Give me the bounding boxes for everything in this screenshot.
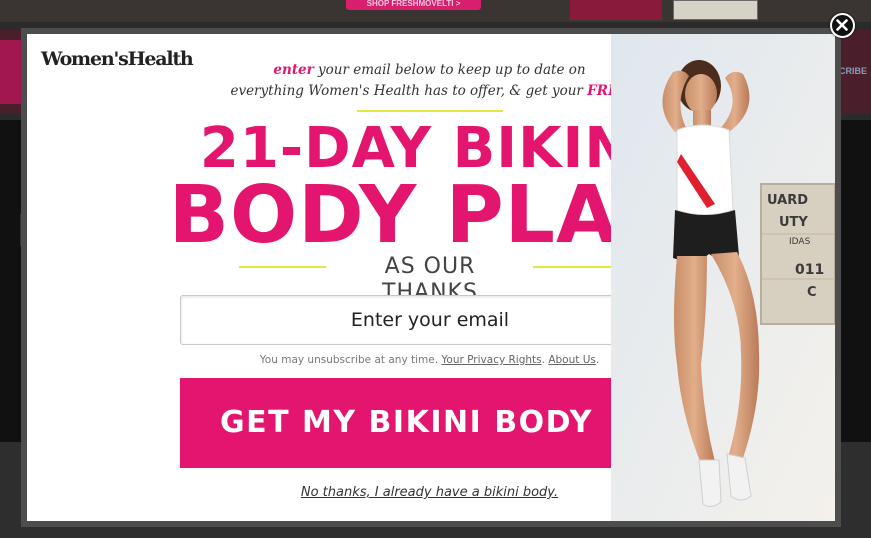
- newsletter-modal: Women'sHealth enter your email below to …: [27, 34, 835, 521]
- tagline: enter your email below to keep up to dat…: [177, 60, 682, 102]
- decline-link[interactable]: No thanks, I already have a bikini body.: [177, 485, 682, 500]
- brand-logo: Women'sHealth: [41, 48, 194, 70]
- tagline-line1: your email below to keep up to date on: [313, 62, 586, 78]
- about-us-link[interactable]: About Us: [548, 354, 596, 366]
- privacy-rights-link[interactable]: Your Privacy Rights: [441, 354, 541, 366]
- tower-text: C: [807, 285, 817, 300]
- tower-text: IDAS: [789, 237, 811, 247]
- cta-label: GET MY BIKINI BODY: [220, 405, 594, 440]
- get-bikini-body-button[interactable]: GET MY BIKINI BODY →: [180, 378, 680, 468]
- unsubscribe-note: You may unsubscribe at any time.: [259, 354, 439, 366]
- divider: [239, 266, 326, 268]
- tower-text: UARD: [767, 193, 808, 208]
- close-button[interactable]: [830, 13, 855, 38]
- background-subscribe-link: CRIBE: [838, 66, 867, 76]
- background-shop-button: SHOP FRESHMOVELTI >: [346, 0, 481, 10]
- background-ad: [673, 0, 758, 20]
- athlete-photo: UARD UTY IDAS 011 C: [611, 34, 835, 521]
- tagline-line2: everything Women's Health has to offer, …: [230, 83, 588, 99]
- email-input[interactable]: [180, 295, 680, 345]
- fine-print: You may unsubscribe at any time. Your Pr…: [259, 354, 600, 366]
- divider: [533, 266, 619, 268]
- tower-text: UTY: [779, 215, 808, 230]
- background-ad: [570, 0, 662, 20]
- tower-text: 011: [795, 262, 824, 278]
- thanks-row: AS OUR THANKS: [239, 254, 619, 305]
- divider: [357, 110, 503, 112]
- close-icon: [836, 19, 848, 31]
- tagline-enter: enter: [273, 62, 314, 78]
